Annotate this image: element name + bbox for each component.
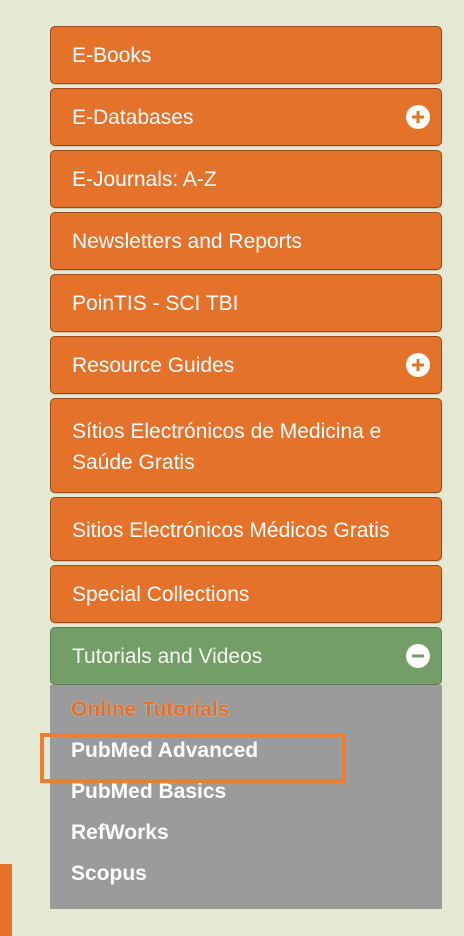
- menu-item-label: Sitios Electrónicos Médicos Gratis: [72, 519, 390, 542]
- menu-item-label: Sítios Electrónicos de Medicina e Saúde …: [72, 420, 382, 474]
- menu-item-special-collections[interactable]: Special Collections: [50, 565, 442, 623]
- menu-item-e-books[interactable]: E-Books: [50, 26, 442, 84]
- menu-item-label: E-Journals: A-Z: [72, 168, 217, 191]
- menu-item-newsletters[interactable]: Newsletters and Reports: [50, 212, 442, 270]
- submenu-item-pubmed-advanced[interactable]: PubMed Advanced: [50, 730, 442, 771]
- plus-circle-icon[interactable]: [406, 105, 430, 129]
- menu-item-e-databases[interactable]: E-Databases: [50, 88, 442, 146]
- menu-item-label: Newsletters and Reports: [72, 230, 302, 253]
- minus-circle-icon[interactable]: [406, 644, 430, 668]
- menu-item-sitios-medicina[interactable]: Sítios Electrónicos de Medicina e Saúde …: [50, 398, 442, 493]
- submenu-item-scopus[interactable]: Scopus: [50, 853, 442, 894]
- resource-menu: E-Books E-Databases E-Journals: A-Z News…: [50, 26, 442, 909]
- plus-circle-icon[interactable]: [406, 353, 430, 377]
- menu-item-label: E-Books: [72, 44, 152, 67]
- submenu-item-pubmed-basics[interactable]: PubMed Basics: [50, 771, 442, 812]
- tutorials-submenu: Online Tutorials PubMed Advanced PubMed …: [50, 685, 442, 909]
- menu-item-label: E-Databases: [72, 106, 194, 129]
- menu-item-label: Resource Guides: [72, 354, 235, 377]
- menu-item-resource-guides[interactable]: Resource Guides: [50, 336, 442, 394]
- submenu-item-refworks[interactable]: RefWorks: [50, 812, 442, 853]
- submenu-item-online-tutorials[interactable]: Online Tutorials: [50, 689, 442, 730]
- menu-item-e-journals[interactable]: E-Journals: A-Z: [50, 150, 442, 208]
- menu-item-label: Special Collections: [72, 583, 250, 606]
- left-accent-bar: [0, 864, 12, 936]
- menu-item-pointis[interactable]: PoinTIS - SCI TBI: [50, 274, 442, 332]
- menu-item-label: PoinTIS - SCI TBI: [72, 292, 239, 315]
- menu-item-tutorials-videos[interactable]: Tutorials and Videos: [50, 627, 442, 685]
- menu-item-sitios-medicos[interactable]: Sitios Electrónicos Médicos Gratis: [50, 497, 442, 561]
- menu-item-label: Tutorials and Videos: [72, 645, 263, 668]
